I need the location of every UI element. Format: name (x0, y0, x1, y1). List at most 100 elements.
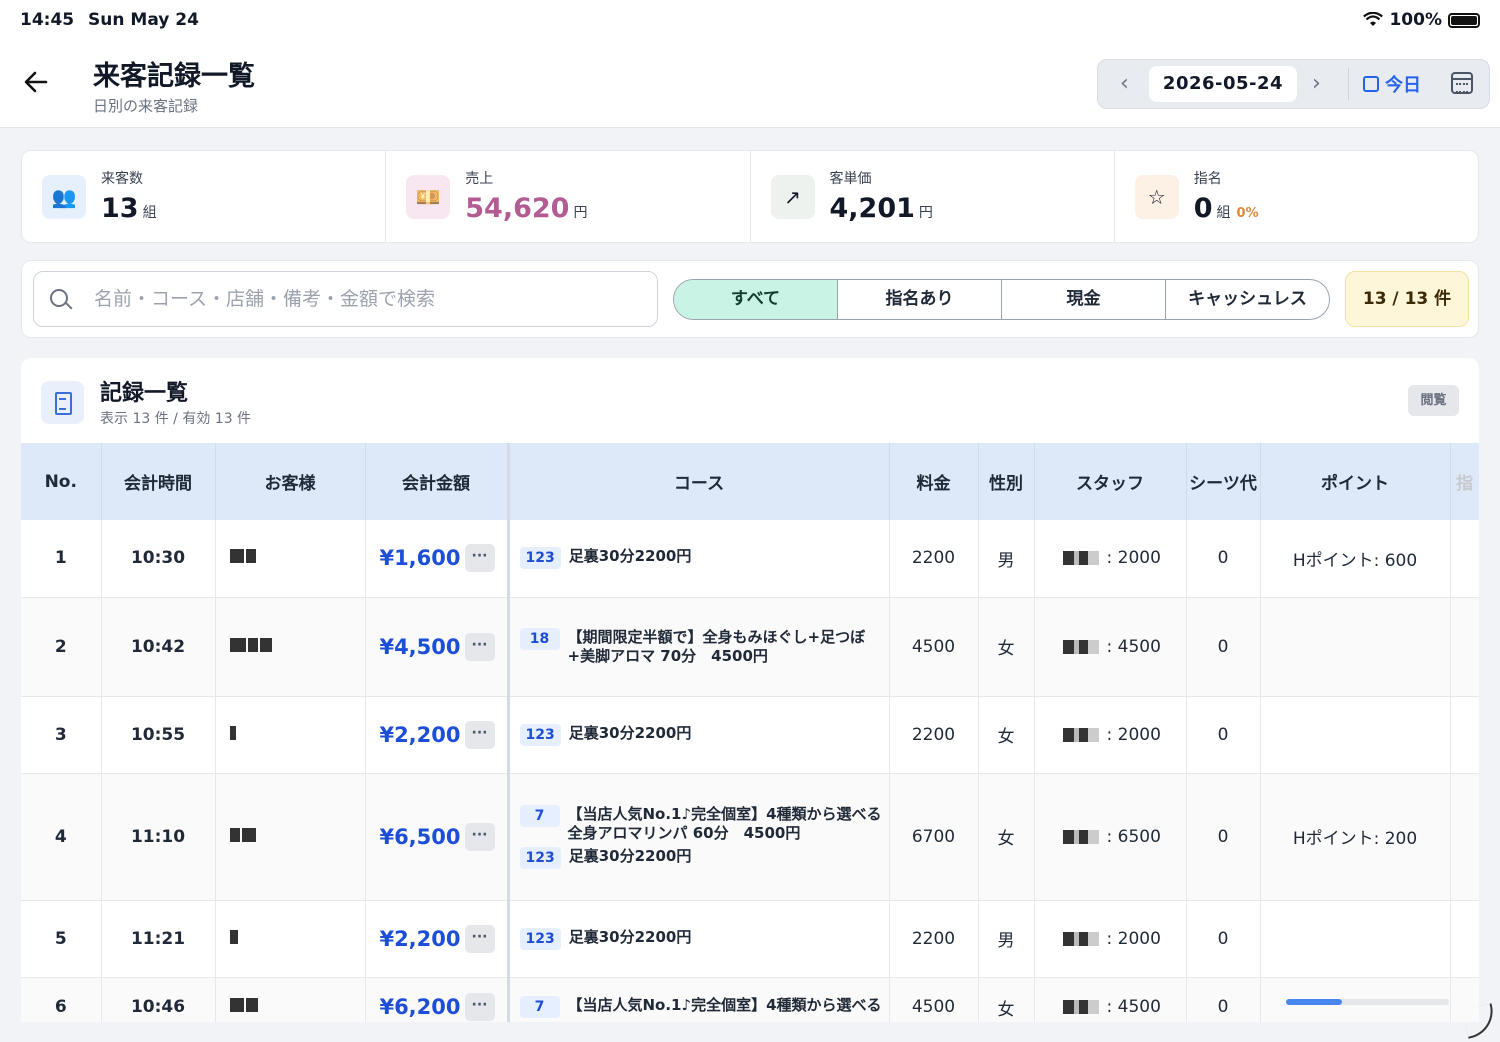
row-time: 11:21 (101, 900, 216, 978)
row-overflow-cell (1450, 597, 1479, 697)
mosaic-block (229, 725, 236, 740)
date-value[interactable]: 2026-05-24 (1149, 66, 1297, 102)
table-row[interactable]: 1 10:30 ¥1,600 ··· 123 足裏30分2200円 2200 男: 2000 0… (21, 520, 1479, 598)
column-header[interactable]: 会計時間 (101, 443, 216, 520)
filter-segment[interactable]: 現金 (1002, 280, 1166, 319)
records-table-container[interactable]: No. 会計時間 お客様 会計金額 コース 料金 性別 スタッフ シーツ代 ポイント指 1 10:3… (21, 443, 1479, 1022)
calendar-icon[interactable] (1451, 72, 1473, 94)
battery-icon (1448, 12, 1480, 28)
stat-label: 売上 (465, 171, 494, 187)
stat-value: 4,201 円 (830, 193, 933, 224)
records-panel: 記録一覧 表示 13 件 / 有効 13 件 閲覧 No. 会計時間 お客様 会計金額… (21, 358, 1479, 1022)
row-sheet-fee: 0 (1186, 900, 1261, 978)
chevron-right-icon[interactable]: › (1312, 72, 1321, 96)
search-input[interactable] (94, 282, 634, 316)
course-tag: 123 (519, 723, 561, 746)
stat-unit: 円 (573, 205, 588, 221)
row-overflow-cell (1450, 900, 1479, 978)
more-options-button[interactable]: ··· (464, 993, 495, 1021)
column-header[interactable]: 指 (1450, 443, 1479, 520)
row-time: 10:42 (101, 597, 216, 697)
row-overflow-cell (1450, 520, 1479, 598)
more-options-button[interactable]: ··· (464, 924, 495, 953)
column-header[interactable]: お客様 (215, 443, 366, 520)
table-row[interactable]: 2 10:42 ¥4,500 ··· 18 【期間限定半額で】全身もみほぐし+足つぼ+美脚… (21, 597, 1479, 697)
status-time: 14:45 (20, 10, 75, 30)
course-name: 【当店人気No.1♪完全個室】4種類から選べる全身アロマリンパ 60分 4500… (567, 804, 882, 842)
row-gender: 男 (978, 520, 1035, 598)
more-options-button[interactable]: ··· (464, 720, 495, 749)
row-number: 5 (21, 900, 102, 978)
view-button[interactable]: 閲覧 (1408, 385, 1459, 416)
table-row[interactable]: 4 11:10 ¥6,500 ··· 7 【当店人気No.1♪完全個室】4種類から選べる全… (21, 773, 1479, 901)
mosaic-block (259, 637, 272, 652)
column-header[interactable]: 会計金額 (365, 443, 510, 520)
stat-label: 指名 (1193, 171, 1222, 187)
row-customer (215, 520, 366, 598)
amount-value: ¥4,500 (379, 634, 461, 659)
stat-number: 54,620 (465, 193, 570, 224)
row-amount: ¥4,500 ··· (365, 597, 510, 697)
stat-number: 4,201 (829, 193, 915, 224)
row-points (1260, 696, 1451, 774)
staff-separator: : (1106, 636, 1118, 657)
stat-number: 13 (101, 193, 139, 224)
staff-separator: : (1106, 826, 1118, 847)
filter-segment[interactable]: すべて (674, 280, 838, 319)
today-button[interactable]: 今日 (1363, 71, 1421, 97)
amount-value: ¥6,500 (379, 824, 461, 849)
row-points (1260, 900, 1451, 978)
horizontal-scrollbar[interactable] (1286, 999, 1449, 1005)
staff-amount: 4500 (1117, 636, 1161, 657)
table-row[interactable]: 6 10:46 ¥6,200 ··· 7 【当店人気No.1♪完全個室】4種類から選べる 4… (21, 977, 1479, 1022)
column-header[interactable]: ポイント (1260, 443, 1451, 520)
staff-name-redacted (1062, 1000, 1099, 1014)
staff-amount: 2000 (1117, 724, 1161, 745)
mosaic-block (229, 998, 244, 1012)
staff-name-redacted (1062, 931, 1099, 946)
row-fee: 6700 (889, 773, 979, 901)
column-header[interactable]: 性別 (978, 443, 1035, 520)
course-name: 足裏30分2200円 (568, 927, 692, 946)
course-line: 18 【期間限定半額で】全身もみほぐし+足つぼ+美脚アロマ 70分 4500円 (519, 627, 889, 666)
stat-percent: 0% (1236, 206, 1259, 221)
course-line: 123 足裏30分2200円 (519, 723, 889, 746)
column-header[interactable]: コース (508, 443, 890, 520)
more-options-button[interactable]: ··· (464, 632, 495, 661)
back-arrow-icon[interactable] (22, 68, 50, 96)
row-course: 123 足裏30分2200円 (508, 696, 890, 774)
stat-unit: 円 (918, 205, 933, 221)
row-customer (215, 977, 366, 1022)
row-gender: 女 (978, 696, 1035, 774)
column-header[interactable]: No. (21, 443, 102, 520)
users-icon: 👥 (42, 175, 86, 219)
chevron-left-icon[interactable]: ‹ (1120, 72, 1129, 96)
customer-name-redacted (229, 548, 258, 568)
amount-value: ¥2,200 (379, 722, 461, 747)
column-header[interactable]: スタッフ (1034, 443, 1187, 520)
table-row[interactable]: 5 11:21 ¥2,200 ··· 123 足裏30分2200円 2200 男: 2000 0 (21, 900, 1479, 978)
receipt-icon (41, 381, 84, 424)
customer-name-redacted (229, 997, 260, 1017)
row-staff: : 2000 (1034, 900, 1187, 978)
row-sheet-fee: 0 (1186, 977, 1261, 1022)
row-staff: : 4500 (1034, 977, 1187, 1022)
filter-segment[interactable]: キャッシュレス (1166, 280, 1329, 319)
filter-bar: すべて指名あり現金キャッシュレス 13 / 13 件 (21, 260, 1479, 338)
calendar-small-icon (1363, 76, 1379, 92)
more-options-button[interactable]: ··· (464, 822, 495, 851)
staff-amount: 2000 (1117, 928, 1161, 949)
stat-card: ☆ 指名 0 組 0% (1115, 151, 1478, 242)
amount-value: ¥2,200 (379, 926, 461, 951)
more-options-button[interactable]: ··· (464, 544, 495, 573)
row-sheet-fee: 0 (1186, 597, 1261, 697)
column-header[interactable]: 料金 (889, 443, 979, 520)
course-line: 123 足裏30分2200円 (519, 547, 889, 570)
row-time: 10:46 (101, 977, 216, 1022)
filter-segment[interactable]: 指名あり (838, 280, 1002, 319)
row-staff: : 4500 (1034, 597, 1187, 697)
column-header[interactable]: シーツ代 (1186, 443, 1261, 520)
course-line: 123 足裏30分2200円 (519, 846, 889, 869)
table-row[interactable]: 3 10:55 ¥2,200 ··· 123 足裏30分2200円 2200 女: 2000 0 (21, 696, 1479, 774)
row-number: 6 (21, 977, 102, 1022)
